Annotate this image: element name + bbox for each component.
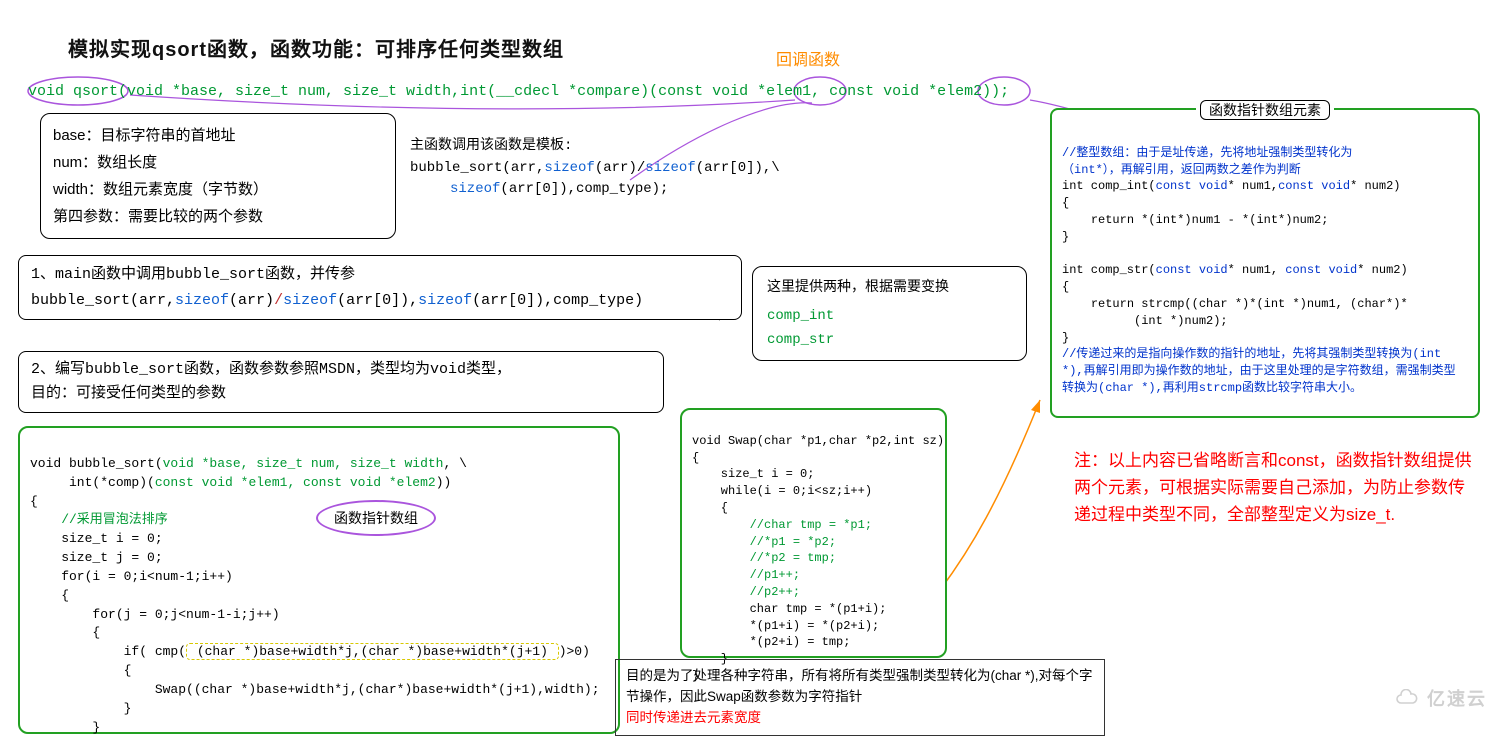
comp-int-option: comp_int xyxy=(767,305,1012,329)
subtitle-note: 回调函数 xyxy=(776,46,840,70)
param-num: num：数组长度 xyxy=(53,149,383,176)
template-call-l3: sizeof(arr[0]),comp_type); xyxy=(410,179,780,201)
page-title: 模拟实现qsort函数，函数功能：可排序任何类型数组 xyxy=(68,33,564,62)
cloud-icon xyxy=(1393,689,1421,707)
fn-ptr-code: //整型数组：由于是址传递，先将地址强制类型转化为 （int*），再解引用，返回… xyxy=(1062,128,1468,397)
fn-ptr-elements-title: 函数指针数组元素 xyxy=(1200,100,1330,120)
comp-callout: 这里提供两种，根据需要变换 comp_int comp_str xyxy=(752,266,1027,361)
fn-ptr-array-label: 函数指针数组 xyxy=(316,500,436,536)
explain-l1: 目的是为了处理各种字符串，所有将所有类型强制类型转化为(char *),对每个字… xyxy=(626,666,1094,708)
swap-code-box: void Swap(char *p1,char *p2,int sz) { si… xyxy=(680,408,947,658)
template-call-l1: 主函数调用该函数是模板: xyxy=(410,136,780,158)
template-call-l2: bubble_sort(arr,sizeof(arr)/sizeof(arr[0… xyxy=(410,158,780,180)
step2-l1: 2、编写bubble_sort函数，函数参数参照MSDN，类型均为void类型， xyxy=(31,358,651,382)
step2-box: 2、编写bubble_sort函数，函数参数参照MSDN，类型均为void类型，… xyxy=(18,351,664,413)
bubble-code: void bubble_sort(void *base, size_t num,… xyxy=(30,436,608,738)
param-width: width：数组元素宽度（字节数） xyxy=(53,176,383,203)
explain-box: 目的是为了处理各种字符串，所有将所有类型强制类型转化为(char *),对每个字… xyxy=(615,659,1105,736)
explain-l2: 同时传递进去元素宽度 xyxy=(626,708,1094,729)
param-fourth: 第四参数：需要比较的两个参数 xyxy=(53,203,383,230)
step1-l2: bubble_sort(arr,sizeof(arr)/sizeof(arr[0… xyxy=(31,288,729,314)
bubble-sort-code-box: void bubble_sort(void *base, size_t num,… xyxy=(18,426,620,734)
swap-code: void Swap(char *p1,char *p2,int sz) { si… xyxy=(692,416,935,685)
step2-l2: 目的：可接受任何类型的参数 xyxy=(31,382,651,406)
red-note: 注：以上内容已省略断言和const，函数指针数组提供两个元素，可根据实际需要自己… xyxy=(1074,447,1474,529)
step1-l1: 1、main函数中调用bubble_sort函数，并传参 xyxy=(31,262,729,288)
comp-callout-l1: 这里提供两种，根据需要变换 xyxy=(767,275,1012,299)
qsort-signature: void qsort(void *base, size_t num, size_… xyxy=(28,83,1009,100)
param-base: base：目标字符串的首地址 xyxy=(53,122,383,149)
watermark: 亿速云 xyxy=(1393,685,1487,711)
step1-box: 1、main函数中调用bubble_sort函数，并传参 bubble_sort… xyxy=(18,255,742,320)
comp-str-option: comp_str xyxy=(767,329,1012,353)
watermark-text: 亿速云 xyxy=(1427,685,1487,711)
param-desc-box: base：目标字符串的首地址 num：数组长度 width：数组元素宽度（字节数… xyxy=(40,113,396,239)
fn-ptr-array-oval: 函数指针数组 xyxy=(316,500,436,536)
fn-ptr-elements-box: 函数指针数组元素 //整型数组：由于是址传递，先将地址强制类型转化为 （int*… xyxy=(1050,108,1480,418)
template-call: 主函数调用该函数是模板: bubble_sort(arr,sizeof(arr)… xyxy=(410,136,780,201)
